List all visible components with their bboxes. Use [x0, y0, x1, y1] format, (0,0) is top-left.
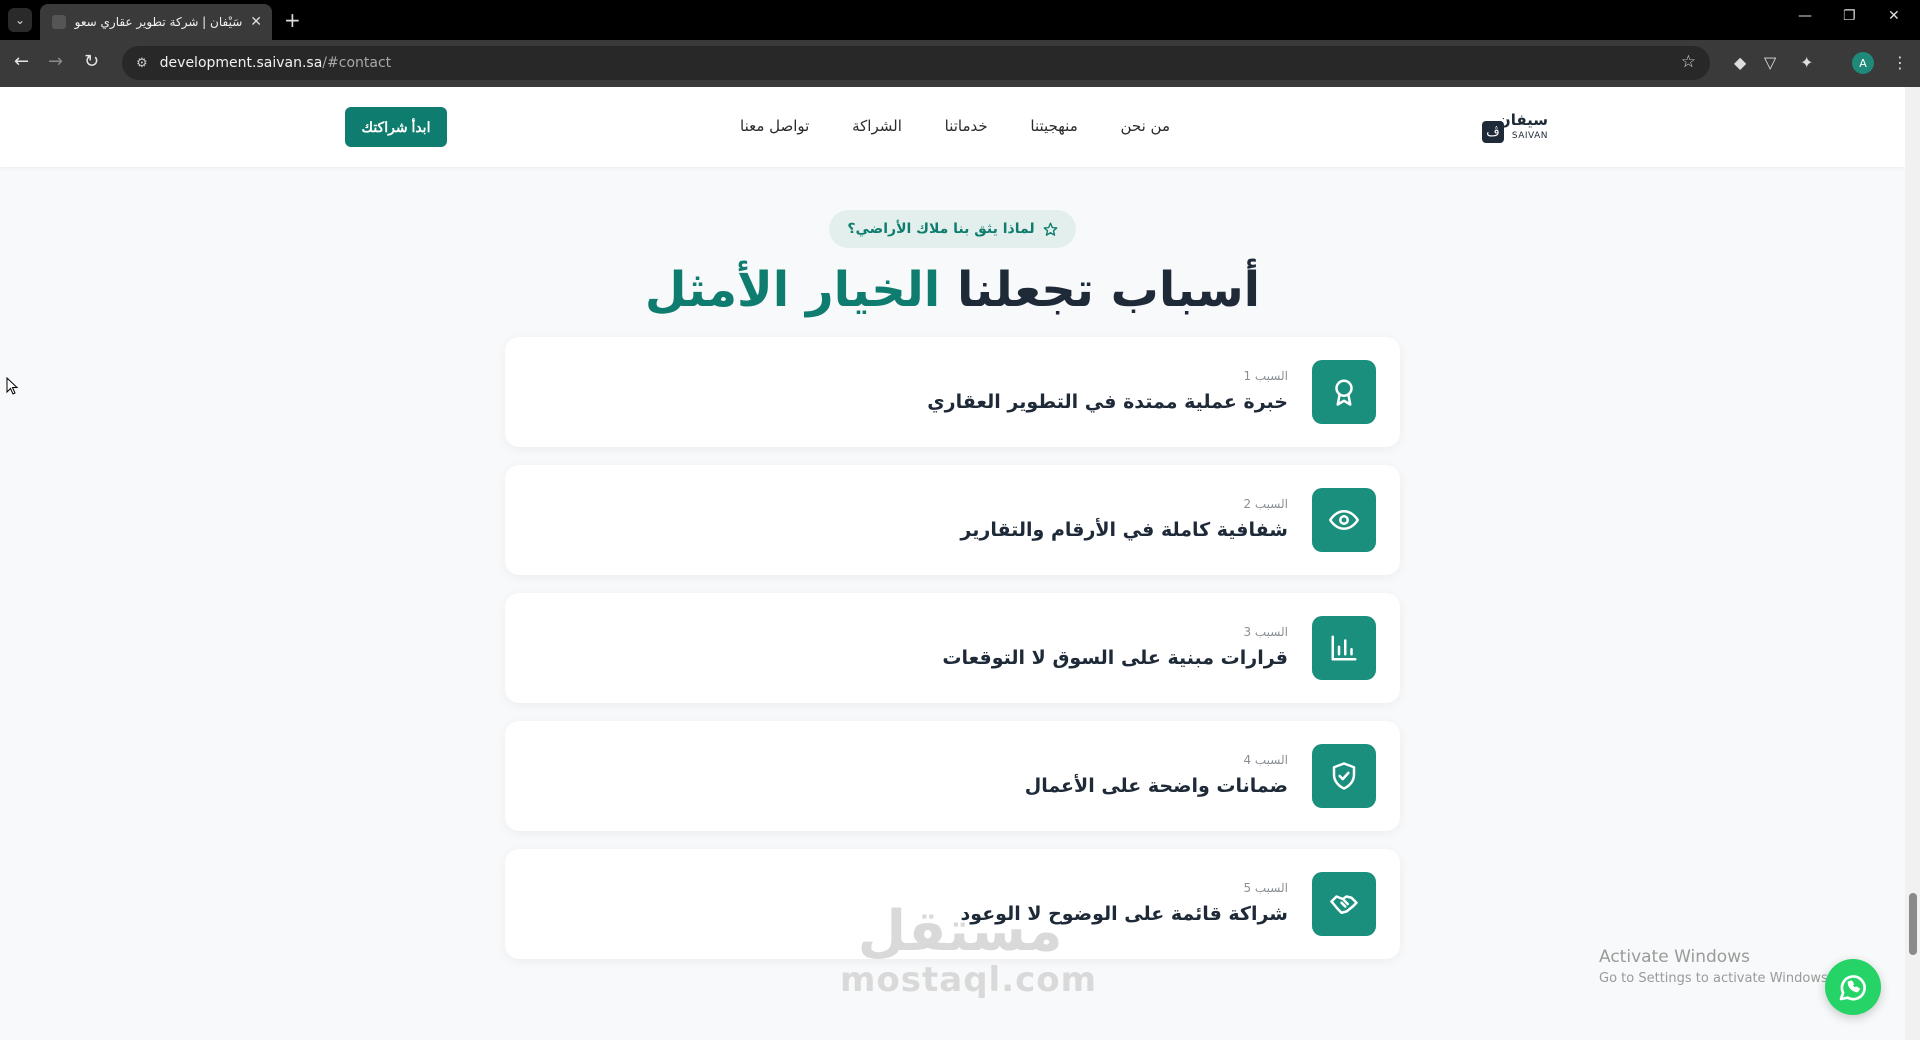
logo-arabic-text: سيفان	[1497, 111, 1548, 129]
reason-title: ضمانات واضحة على الأعمال	[1024, 775, 1288, 797]
page-scrollbar[interactable]	[1905, 87, 1920, 1040]
back-arrow-icon[interactable]: ←	[14, 51, 29, 72]
mouse-cursor-icon	[6, 377, 18, 395]
activate-title: Activate Windows	[1599, 947, 1750, 967]
nav-services[interactable]: خدماتنا	[945, 117, 988, 141]
award-icon	[1312, 360, 1376, 424]
site-logo[interactable]: ڤ سيفان SAIVAN	[1476, 109, 1548, 145]
browser-toolbar: ← → ↻ ⚙ development.saivan.sa /#contact …	[0, 40, 1920, 87]
reason-card-2: السبب 2 شفافية كاملة في الأرقام والتقاري…	[505, 465, 1400, 575]
reason-card-3: السبب 3 قرارات مبنية على السوق لا التوقع…	[505, 593, 1400, 703]
main-nav: من نحن منهجيتنا خدماتنا الشراكة تواصل مع…	[740, 117, 1170, 141]
site-header: ڤ سيفان SAIVAN من نحن منهجيتنا خدماتنا ا…	[0, 87, 1905, 167]
handshake-icon	[1312, 872, 1376, 936]
page-viewport: ڤ سيفان SAIVAN من نحن منهجيتنا خدماتنا ا…	[0, 87, 1905, 1040]
heading-accent: الخيار الأمثل	[644, 262, 941, 318]
reason-title: شفافية كاملة في الأرقام والتقارير	[960, 519, 1288, 541]
star-icon	[1043, 222, 1058, 236]
section-heading: أسباب تجعلنا الخيار الأمثل	[0, 262, 1905, 318]
nav-partnership[interactable]: الشراكة	[852, 117, 902, 141]
extension-icon[interactable]: ◆	[1734, 53, 1746, 72]
shield-check-icon	[1312, 744, 1376, 808]
bar-chart-icon	[1312, 616, 1376, 680]
browser-tab[interactable]: سَيْفان | شركة تطوير عقاري سعودي ✕	[40, 4, 272, 40]
extensions-puzzle-icon[interactable]: ✦	[1800, 53, 1813, 72]
new-tab-button[interactable]: +	[284, 8, 301, 32]
reason-card-1: السبب 1 خبرة عملية ممتدة في التطوير العق…	[505, 337, 1400, 447]
scrollbar-thumb[interactable]	[1909, 893, 1917, 955]
site-info-icon[interactable]: ⚙	[136, 56, 148, 71]
address-bar[interactable]: ⚙ development.saivan.sa /#contact ☆	[122, 46, 1710, 80]
tab-close-icon[interactable]: ✕	[250, 14, 262, 30]
watermark-english: mostaql.com	[840, 960, 1098, 1000]
reason-label: السبب 5	[1243, 881, 1288, 895]
heading-main: أسباب تجعلنا	[956, 262, 1261, 318]
nav-contact[interactable]: تواصل معنا	[740, 117, 809, 141]
nav-about[interactable]: من نحن	[1121, 117, 1171, 141]
reason-card-4: السبب 4 ضمانات واضحة على الأعمال	[505, 721, 1400, 831]
tab-search-button[interactable]: ⌄	[8, 8, 32, 32]
watermark-arabic: مستقل	[857, 899, 1063, 964]
reload-icon[interactable]: ↻	[84, 51, 99, 72]
profile-avatar[interactable]: A	[1852, 52, 1874, 74]
start-partnership-button[interactable]: ابدأ شراكتك	[345, 107, 447, 147]
url-host: development.saivan.sa	[159, 55, 323, 71]
nav-methodology[interactable]: منهجيتنا	[1030, 117, 1077, 141]
reason-label: السبب 2	[1243, 497, 1288, 511]
extension-filter-icon[interactable]: ▽	[1764, 53, 1776, 72]
reason-title: خبرة عملية ممتدة في التطوير العقاري	[927, 391, 1288, 413]
forward-arrow-icon[interactable]: →	[48, 51, 63, 72]
browser-menu-icon[interactable]: ⋮	[1892, 53, 1908, 72]
badge-text: لماذا يثق بنا ملاك الأراضي؟	[847, 221, 1035, 237]
url-path: /#contact	[322, 55, 392, 71]
tab-favicon-icon	[52, 15, 66, 29]
tab-title: سَيْفان | شركة تطوير عقاري سعودي	[74, 15, 243, 29]
whatsapp-button[interactable]	[1825, 959, 1881, 1015]
section-badge: لماذا يثق بنا ملاك الأراضي؟	[829, 210, 1076, 248]
reason-label: السبب 3	[1243, 625, 1288, 639]
reason-title: قرارات مبنية على السوق لا التوقعات	[942, 647, 1288, 669]
minimize-button[interactable]: —	[1798, 8, 1812, 24]
eye-icon	[1312, 488, 1376, 552]
logo-english-text: SAIVAN	[1511, 131, 1548, 141]
activate-subtitle: Go to Settings to activate Windows.	[1599, 971, 1832, 986]
whatsapp-icon	[1839, 975, 1866, 1001]
close-window-button[interactable]: ✕	[1888, 8, 1900, 24]
reason-label: السبب 1	[1243, 369, 1288, 383]
mostaql-watermark: مستقل mostaql.com	[840, 899, 1098, 1000]
reason-label: السبب 4	[1243, 753, 1288, 767]
browser-tab-strip: ⌄ سَيْفان | شركة تطوير عقاري سعودي ✕ + —…	[0, 0, 1920, 40]
bookmark-star-icon[interactable]: ☆	[1681, 52, 1696, 72]
activate-windows-notice: Activate Windows Go to Settings to activ…	[1599, 947, 1832, 986]
restore-button[interactable]: ❐	[1843, 8, 1856, 24]
